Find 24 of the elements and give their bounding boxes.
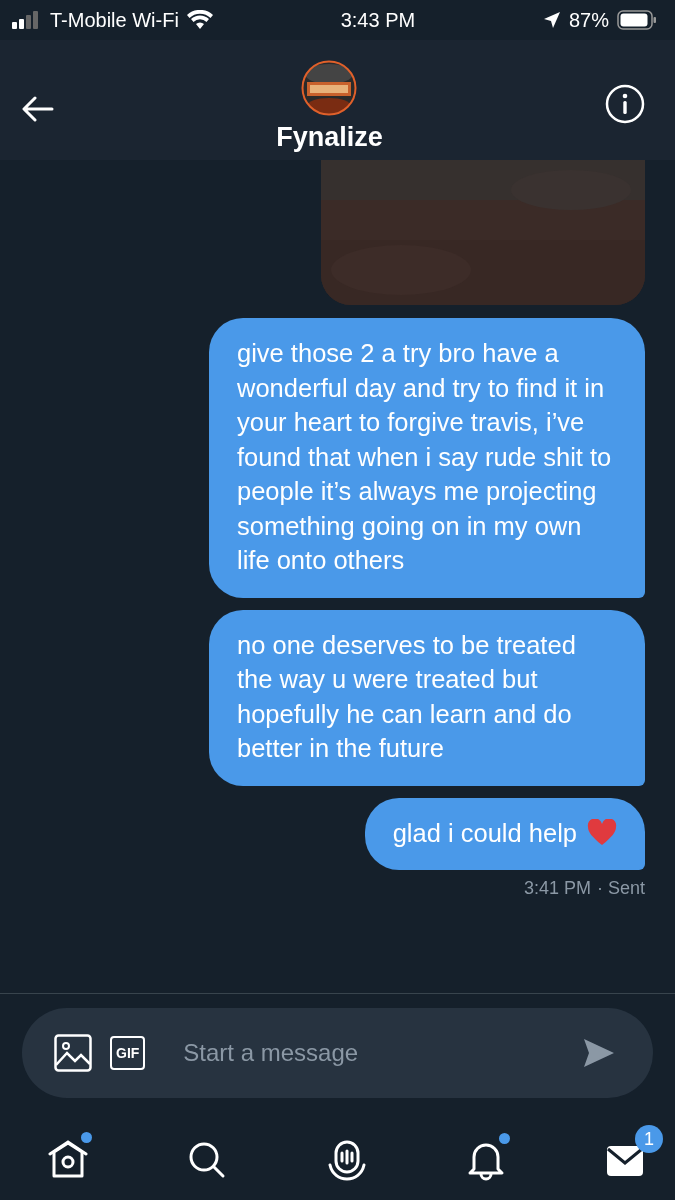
- battery-percent: 87%: [568, 8, 609, 32]
- sent-status: · Sent: [596, 878, 645, 899]
- unread-dot: [498, 1133, 510, 1144]
- clock-time: 3:43 PM: [340, 8, 416, 31]
- image-icon[interactable]: [54, 1034, 92, 1072]
- carrier-name: T-Mobile Wi-Fi: [50, 8, 179, 32]
- conversation-title: Fynalize: [276, 122, 383, 153]
- unread-dot: [81, 1132, 92, 1143]
- message-input[interactable]: Start a message: [181, 1038, 565, 1068]
- message-bubble[interactable]: glad i could help: [364, 797, 645, 870]
- message-composer[interactable]: GIF Start a message: [22, 1008, 653, 1098]
- message-timestamp: 3:41 PM: [523, 878, 591, 899]
- envelope-icon[interactable]: [605, 1143, 645, 1177]
- microphone-icon[interactable]: [326, 1139, 367, 1181]
- battery-icon: [617, 10, 657, 30]
- location-arrow-icon: [542, 11, 561, 29]
- message-bubble[interactable]: no one deserves to be treated the way u were treated but hopefully he can learn and do better in the future: [209, 609, 645, 786]
- info-icon[interactable]: [605, 84, 645, 124]
- unread-count-badge: 1: [635, 1125, 663, 1153]
- wifi-icon: [186, 10, 213, 30]
- back-arrow-icon[interactable]: [22, 96, 54, 122]
- send-icon[interactable]: [583, 1038, 615, 1068]
- gif-button[interactable]: GIF: [110, 1036, 146, 1070]
- message-bubble[interactable]: give those 2 a try bro have a wonderful day and try to find it in your heart to forgive travis, i’ve found that when i say rude shit to people it’s always me projecting something going on in my own life onto others: [209, 318, 645, 598]
